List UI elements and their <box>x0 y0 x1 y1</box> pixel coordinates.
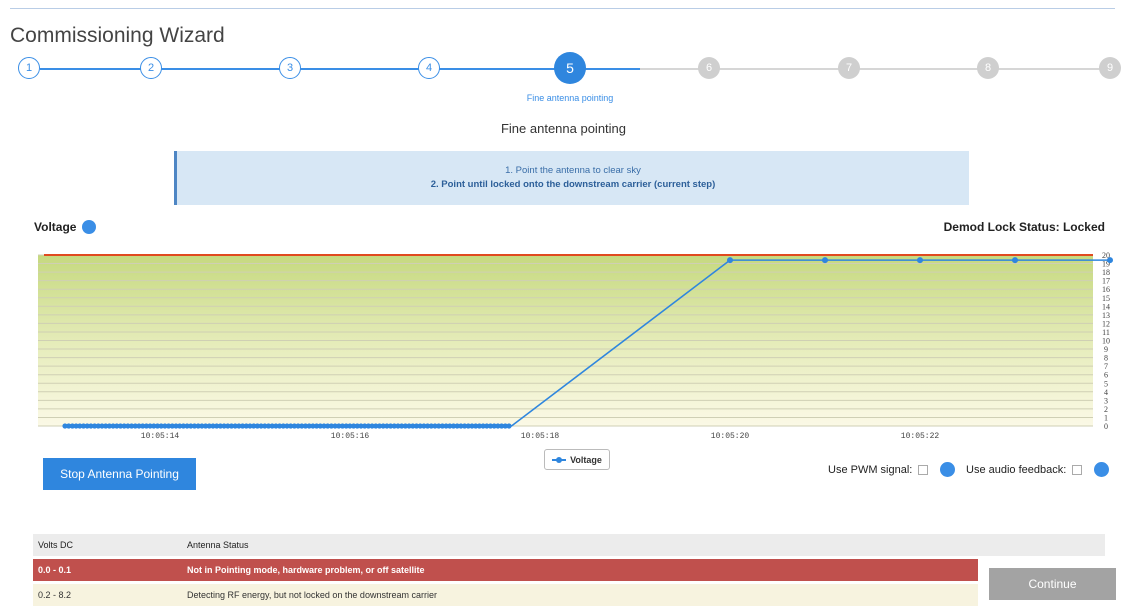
x-tick-label: 10:05:18 <box>521 432 560 441</box>
instruction-panel: 1. Point the antenna to clear sky 2. Poi… <box>174 151 969 205</box>
table-row: 0.0 - 0.1 Not in Pointing mode, hardware… <box>33 559 978 581</box>
top-divider <box>10 8 1115 9</box>
y-tick-label: 13 <box>1102 311 1110 320</box>
y-tick-label: 14 <box>1102 302 1110 311</box>
y-tick-label: 11 <box>1102 328 1110 337</box>
data-point <box>917 257 923 264</box>
x-tick-label: 10:05:22 <box>901 432 940 441</box>
row-volts: 0.0 - 0.1 <box>38 565 72 575</box>
chart-y-ticks: 01234567891011121314151617181920 <box>1102 251 1110 431</box>
data-point <box>822 257 828 264</box>
table-header: Volts DC Antenna Status <box>33 534 1105 556</box>
chart-grid <box>38 254 1093 427</box>
step-4[interactable]: 4 <box>418 57 440 79</box>
y-tick-label: 12 <box>1102 319 1110 328</box>
row-volts: 0.2 - 8.2 <box>38 590 72 600</box>
stepper-line-completed <box>40 68 640 70</box>
pwm-option: Use PWM signal: <box>828 462 956 477</box>
step-2[interactable]: 2 <box>140 57 162 79</box>
voltage-chart: 01234567891011121314151617181920 10:05:1… <box>38 251 1113 441</box>
step-3[interactable]: 3 <box>279 57 301 79</box>
header-status: Antenna Status <box>187 540 249 550</box>
demod-lock-status: Demod Lock Status: Locked <box>943 220 1105 234</box>
data-point <box>1107 257 1113 264</box>
y-tick-label: 8 <box>1104 354 1108 363</box>
y-tick-label: 2 <box>1104 405 1108 414</box>
audio-checkbox[interactable] <box>1072 464 1083 475</box>
audio-help-icon[interactable] <box>1094 462 1110 477</box>
audio-label: Use audio feedback: <box>966 463 1067 476</box>
data-point <box>1012 257 1018 264</box>
x-tick-label: 10:05:16 <box>331 432 370 441</box>
y-tick-label: 10 <box>1102 337 1110 346</box>
y-tick-label: 3 <box>1104 396 1108 405</box>
audio-option: Use audio feedback: <box>966 462 1110 477</box>
y-tick-label: 6 <box>1104 371 1108 380</box>
y-tick-label: 0 <box>1104 422 1108 431</box>
instruction-step-2: 2. Point until locked onto the downstrea… <box>430 179 716 190</box>
info-dot-icon[interactable] <box>82 220 96 234</box>
chart-legend[interactable]: Voltage <box>544 449 610 470</box>
legend-label: Voltage <box>570 454 602 465</box>
x-tick-label: 10:05:14 <box>141 432 180 441</box>
section-title: Fine antenna pointing <box>500 121 627 136</box>
current-step-caption: Fine antenna pointing <box>526 93 614 103</box>
data-point <box>506 423 512 429</box>
step-5[interactable]: 5 <box>554 52 586 84</box>
y-tick-label: 9 <box>1104 345 1108 354</box>
y-tick-label: 1 <box>1104 413 1108 422</box>
stop-antenna-pointing-button[interactable]: Stop Antenna Pointing <box>43 458 196 490</box>
y-tick-label: 7 <box>1104 362 1108 371</box>
step-6: 6 <box>698 57 720 79</box>
table-row: 0.2 - 8.2 Detecting RF energy, but not l… <box>33 584 978 606</box>
row-status: Detecting RF energy, but not locked on t… <box>187 590 437 600</box>
y-tick-label: 18 <box>1102 268 1110 277</box>
step-1[interactable]: 1 <box>18 57 40 79</box>
header-volts: Volts DC <box>38 540 74 550</box>
row-status: Not in Pointing mode, hardware problem, … <box>187 565 425 575</box>
step-8: 8 <box>977 57 999 79</box>
y-tick-label: 15 <box>1102 294 1110 303</box>
instruction-step-1: 1. Point the antenna to clear sky <box>505 165 641 176</box>
voltage-label: Voltage <box>34 220 77 234</box>
pwm-help-icon[interactable] <box>940 462 956 477</box>
data-point <box>727 257 733 264</box>
step-9: 9 <box>1099 57 1121 79</box>
step-7: 7 <box>838 57 860 79</box>
pwm-label: Use PWM signal: <box>828 463 913 476</box>
y-tick-label: 16 <box>1102 285 1110 294</box>
y-tick-label: 5 <box>1104 379 1108 388</box>
page-title: Commissioning Wizard <box>10 24 225 47</box>
x-tick-label: 10:05:20 <box>711 432 750 441</box>
pwm-checkbox[interactable] <box>918 464 929 475</box>
y-tick-label: 4 <box>1104 388 1108 397</box>
continue-button[interactable]: Continue <box>989 568 1116 600</box>
legend-marker-icon <box>552 456 567 463</box>
y-tick-label: 17 <box>1102 277 1110 286</box>
chart-x-ticks: 10:05:14 10:05:16 10:05:18 10:05:20 10:05:22 <box>141 432 940 441</box>
